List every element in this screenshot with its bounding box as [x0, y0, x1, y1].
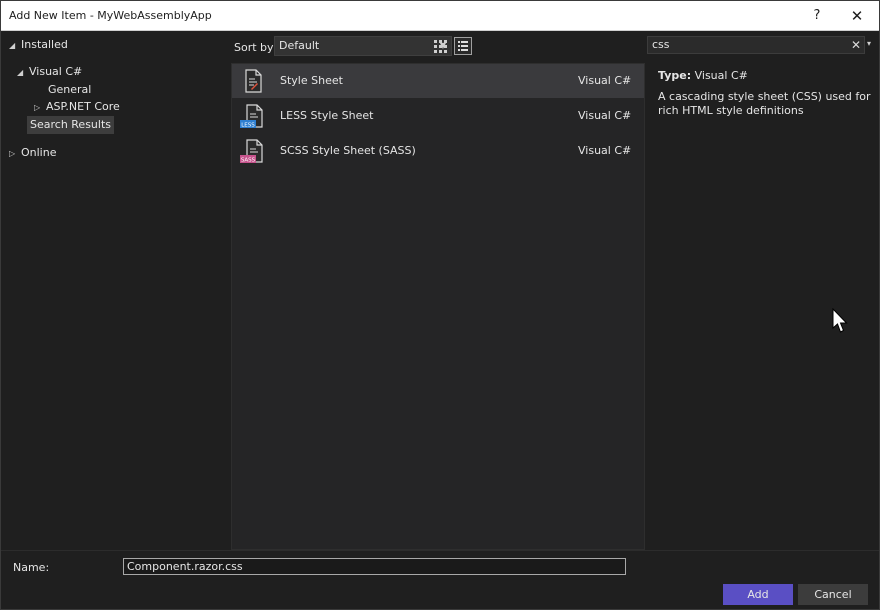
- collapsed-arrow-icon[interactable]: ▷: [34, 99, 46, 117]
- template-row-less-style-sheet[interactable]: LESS LESS Style Sheet Visual C#: [232, 99, 644, 133]
- close-button[interactable]: ✕: [837, 1, 877, 31]
- category-tree: ◢ Installed ◢ Visual C# General ▷ ASP.NET C…: [1, 32, 229, 550]
- less-file-icon: LESS: [240, 104, 263, 129]
- expanded-arrow-icon[interactable]: ◢: [9, 37, 21, 55]
- cancel-button[interactable]: Cancel: [798, 584, 868, 605]
- expanded-arrow-icon[interactable]: ◢: [17, 64, 29, 82]
- template-list: Style Sheet Visual C# LESS LESS Style Sh…: [231, 63, 645, 550]
- list-view-icon: [458, 41, 468, 51]
- template-row-style-sheet[interactable]: Style Sheet Visual C#: [232, 64, 644, 98]
- search-dropdown-icon[interactable]: ▾: [867, 39, 871, 48]
- template-details: Type: Visual C# A cascading style sheet …: [658, 69, 872, 118]
- tree-label-general: General: [48, 83, 92, 96]
- template-name: LESS Style Sheet: [280, 109, 374, 122]
- name-field[interactable]: [123, 558, 626, 575]
- type-value: Visual C#: [694, 69, 748, 82]
- dialog-title: Add New Item - MyWebAssemblyApp: [9, 9, 212, 22]
- list-toolbar: Sort by: Default ▼: [229, 32, 647, 62]
- sass-badge-text: SASS: [241, 158, 256, 164]
- clear-search-button[interactable]: ✕: [851, 37, 861, 53]
- less-badge-text: LESS: [241, 123, 255, 129]
- tree-node-search-results[interactable]: Search Results: [27, 116, 115, 134]
- template-row-scss-style-sheet[interactable]: SASS SCSS Style Sheet (SASS) Visual C#: [232, 134, 644, 168]
- tree-label-search-results: Search Results: [30, 118, 112, 131]
- list-view-button[interactable]: [454, 37, 472, 55]
- tree-node-aspnet-core[interactable]: ▷ ASP.NET Core: [34, 98, 120, 116]
- template-name: SCSS Style Sheet (SASS): [280, 144, 416, 157]
- help-button[interactable]: ?: [797, 1, 837, 31]
- add-button[interactable]: Add: [723, 584, 793, 605]
- grid-view-icon: [434, 40, 447, 53]
- tree-label-online: Online: [21, 146, 57, 159]
- template-language: Visual C#: [578, 144, 632, 157]
- footer-divider: [1, 550, 879, 551]
- template-language: Visual C#: [578, 74, 632, 87]
- mouse-cursor-icon: [832, 308, 848, 333]
- type-line: Type: Visual C#: [658, 69, 872, 82]
- template-language: Visual C#: [578, 109, 632, 122]
- tree-node-visual-csharp[interactable]: ◢ Visual C#: [17, 63, 82, 81]
- sort-by-label: Sort by:: [234, 41, 277, 54]
- sort-by-dropdown[interactable]: Default ▼: [274, 36, 452, 56]
- grid-view-button[interactable]: [431, 37, 449, 55]
- title-bar: Add New Item - MyWebAssemblyApp ? ✕: [1, 1, 879, 31]
- tree-label-installed: Installed: [21, 38, 68, 51]
- search-input-value: css: [652, 38, 670, 51]
- tree-node-online[interactable]: ▷ Online: [9, 144, 56, 162]
- collapsed-arrow-icon[interactable]: ▷: [9, 145, 21, 163]
- name-label: Name:: [13, 561, 50, 574]
- search-input[interactable]: css: [647, 36, 865, 54]
- scss-file-icon: SASS: [240, 139, 263, 164]
- sort-by-value: Default: [279, 39, 320, 52]
- tree-label-aspnet-core: ASP.NET Core: [46, 100, 120, 113]
- type-key: Type:: [658, 69, 692, 82]
- tree-node-general[interactable]: General: [48, 81, 91, 99]
- template-name: Style Sheet: [280, 74, 343, 87]
- tree-node-installed[interactable]: ◢ Installed: [9, 36, 68, 54]
- add-new-item-dialog: Add New Item - MyWebAssemblyApp ? ✕ ◢ Ins…: [0, 0, 880, 610]
- tree-label-visual-csharp: Visual C#: [29, 65, 83, 78]
- css-file-icon: [245, 69, 262, 93]
- template-description: A cascading style sheet (CSS) used for r…: [658, 90, 871, 117]
